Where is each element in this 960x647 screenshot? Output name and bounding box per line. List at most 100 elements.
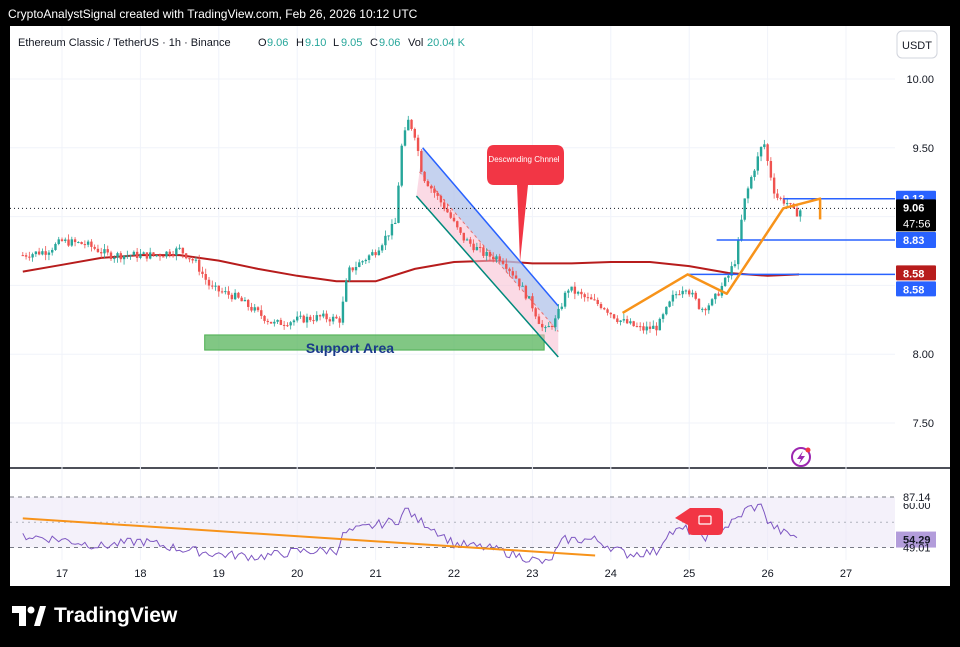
- candle: [240, 295, 243, 302]
- candle-body: [586, 297, 590, 299]
- x-tick-label: 21: [369, 568, 381, 580]
- candle-body: [492, 256, 495, 260]
- candle-body: [341, 301, 345, 323]
- candle-body: [201, 271, 204, 275]
- candle-body: [374, 252, 377, 256]
- candle-body: [47, 252, 51, 255]
- candle: [214, 282, 217, 291]
- candle-body: [276, 319, 279, 322]
- candle: [83, 240, 87, 249]
- projection-line[interactable]: [621, 197, 822, 314]
- candle: [590, 294, 593, 300]
- candle: [273, 319, 276, 327]
- candle-body: [384, 235, 387, 246]
- candle: [599, 302, 603, 310]
- candle-body: [214, 285, 217, 287]
- candle-body: [390, 223, 394, 236]
- candle: [766, 143, 769, 166]
- badge-last-price-text: 9.06: [903, 202, 924, 214]
- candle: [93, 244, 96, 251]
- candle: [416, 134, 420, 157]
- candle-body: [691, 292, 694, 295]
- candle: [217, 285, 220, 297]
- x-tick-label: 17: [56, 568, 68, 580]
- candle-body: [648, 326, 652, 329]
- rsi-pane[interactable]: [10, 496, 895, 565]
- candle: [165, 251, 168, 259]
- candle: [358, 259, 361, 268]
- tradingview-logo[interactable]: TradingView: [12, 604, 177, 628]
- candle-body: [684, 290, 688, 292]
- candle: [351, 267, 354, 273]
- candle: [126, 250, 129, 259]
- candle: [37, 247, 41, 256]
- x-tick-label: 26: [761, 568, 773, 580]
- candle: [28, 251, 31, 261]
- candle-body: [266, 320, 269, 322]
- channel-lower-line[interactable]: [415, 195, 559, 358]
- candle-body: [570, 286, 573, 291]
- chart-panel[interactable]: 171819202122232425262710.009.509.008.508…: [10, 26, 950, 586]
- candle-body: [465, 239, 469, 241]
- projection-path[interactable]: [621, 197, 822, 314]
- candle-body: [459, 227, 462, 233]
- candle: [106, 245, 109, 256]
- candle: [740, 214, 743, 242]
- candle-body: [795, 208, 799, 217]
- candle-body: [119, 253, 122, 260]
- candle: [188, 258, 191, 263]
- price-chart[interactable]: 171819202122232425262710.009.509.008.508…: [10, 26, 950, 586]
- candle: [684, 289, 688, 295]
- close-value: 9.06: [379, 37, 400, 49]
- candle: [367, 254, 371, 264]
- candle: [345, 278, 348, 303]
- candle-body: [77, 242, 80, 244]
- candle-body: [697, 298, 701, 309]
- badge-last-price: 9.06 47:56: [896, 199, 936, 232]
- candle: [374, 249, 377, 258]
- currency-button[interactable]: USDT: [896, 30, 938, 59]
- candle: [527, 296, 531, 299]
- candle: [674, 291, 678, 299]
- candle-body: [779, 197, 782, 199]
- candle-body: [188, 258, 191, 260]
- candle-body: [37, 251, 41, 255]
- candle-body: [753, 170, 756, 178]
- candle-body: [681, 290, 684, 295]
- candle: [678, 290, 681, 296]
- candle-body: [704, 308, 707, 311]
- candle: [524, 284, 528, 301]
- candle: [616, 315, 619, 324]
- candle: [769, 157, 773, 181]
- candle: [331, 313, 335, 325]
- candle-body: [759, 146, 763, 157]
- candle: [129, 254, 132, 260]
- badge-ma-value: 8.58: [896, 265, 936, 281]
- lightning-icon[interactable]: [791, 447, 811, 467]
- badge-countdown: 47:56: [903, 218, 931, 230]
- candle: [57, 236, 60, 246]
- candle: [204, 268, 207, 285]
- candle: [227, 286, 230, 299]
- candle: [746, 186, 750, 204]
- candle-body: [273, 321, 276, 324]
- candle: [122, 255, 126, 265]
- candle-body: [67, 239, 70, 246]
- candle-body: [612, 314, 616, 319]
- candle-body: [296, 316, 299, 321]
- tradingview-logo-icon: [12, 606, 46, 626]
- candle: [648, 321, 652, 333]
- candle-body: [289, 322, 292, 326]
- high-label: H: [296, 37, 304, 49]
- candle-body: [583, 294, 586, 298]
- candle-body: [207, 279, 211, 286]
- candle-body: [367, 255, 371, 260]
- chart-caption: CryptoAnalystSignal created with Trading…: [8, 7, 418, 21]
- candle-body: [756, 156, 759, 171]
- candle: [701, 307, 704, 313]
- candle-body: [220, 291, 224, 293]
- candle-body: [639, 326, 642, 328]
- candle-body: [132, 251, 136, 256]
- candle-body: [126, 255, 129, 257]
- candle: [756, 152, 759, 175]
